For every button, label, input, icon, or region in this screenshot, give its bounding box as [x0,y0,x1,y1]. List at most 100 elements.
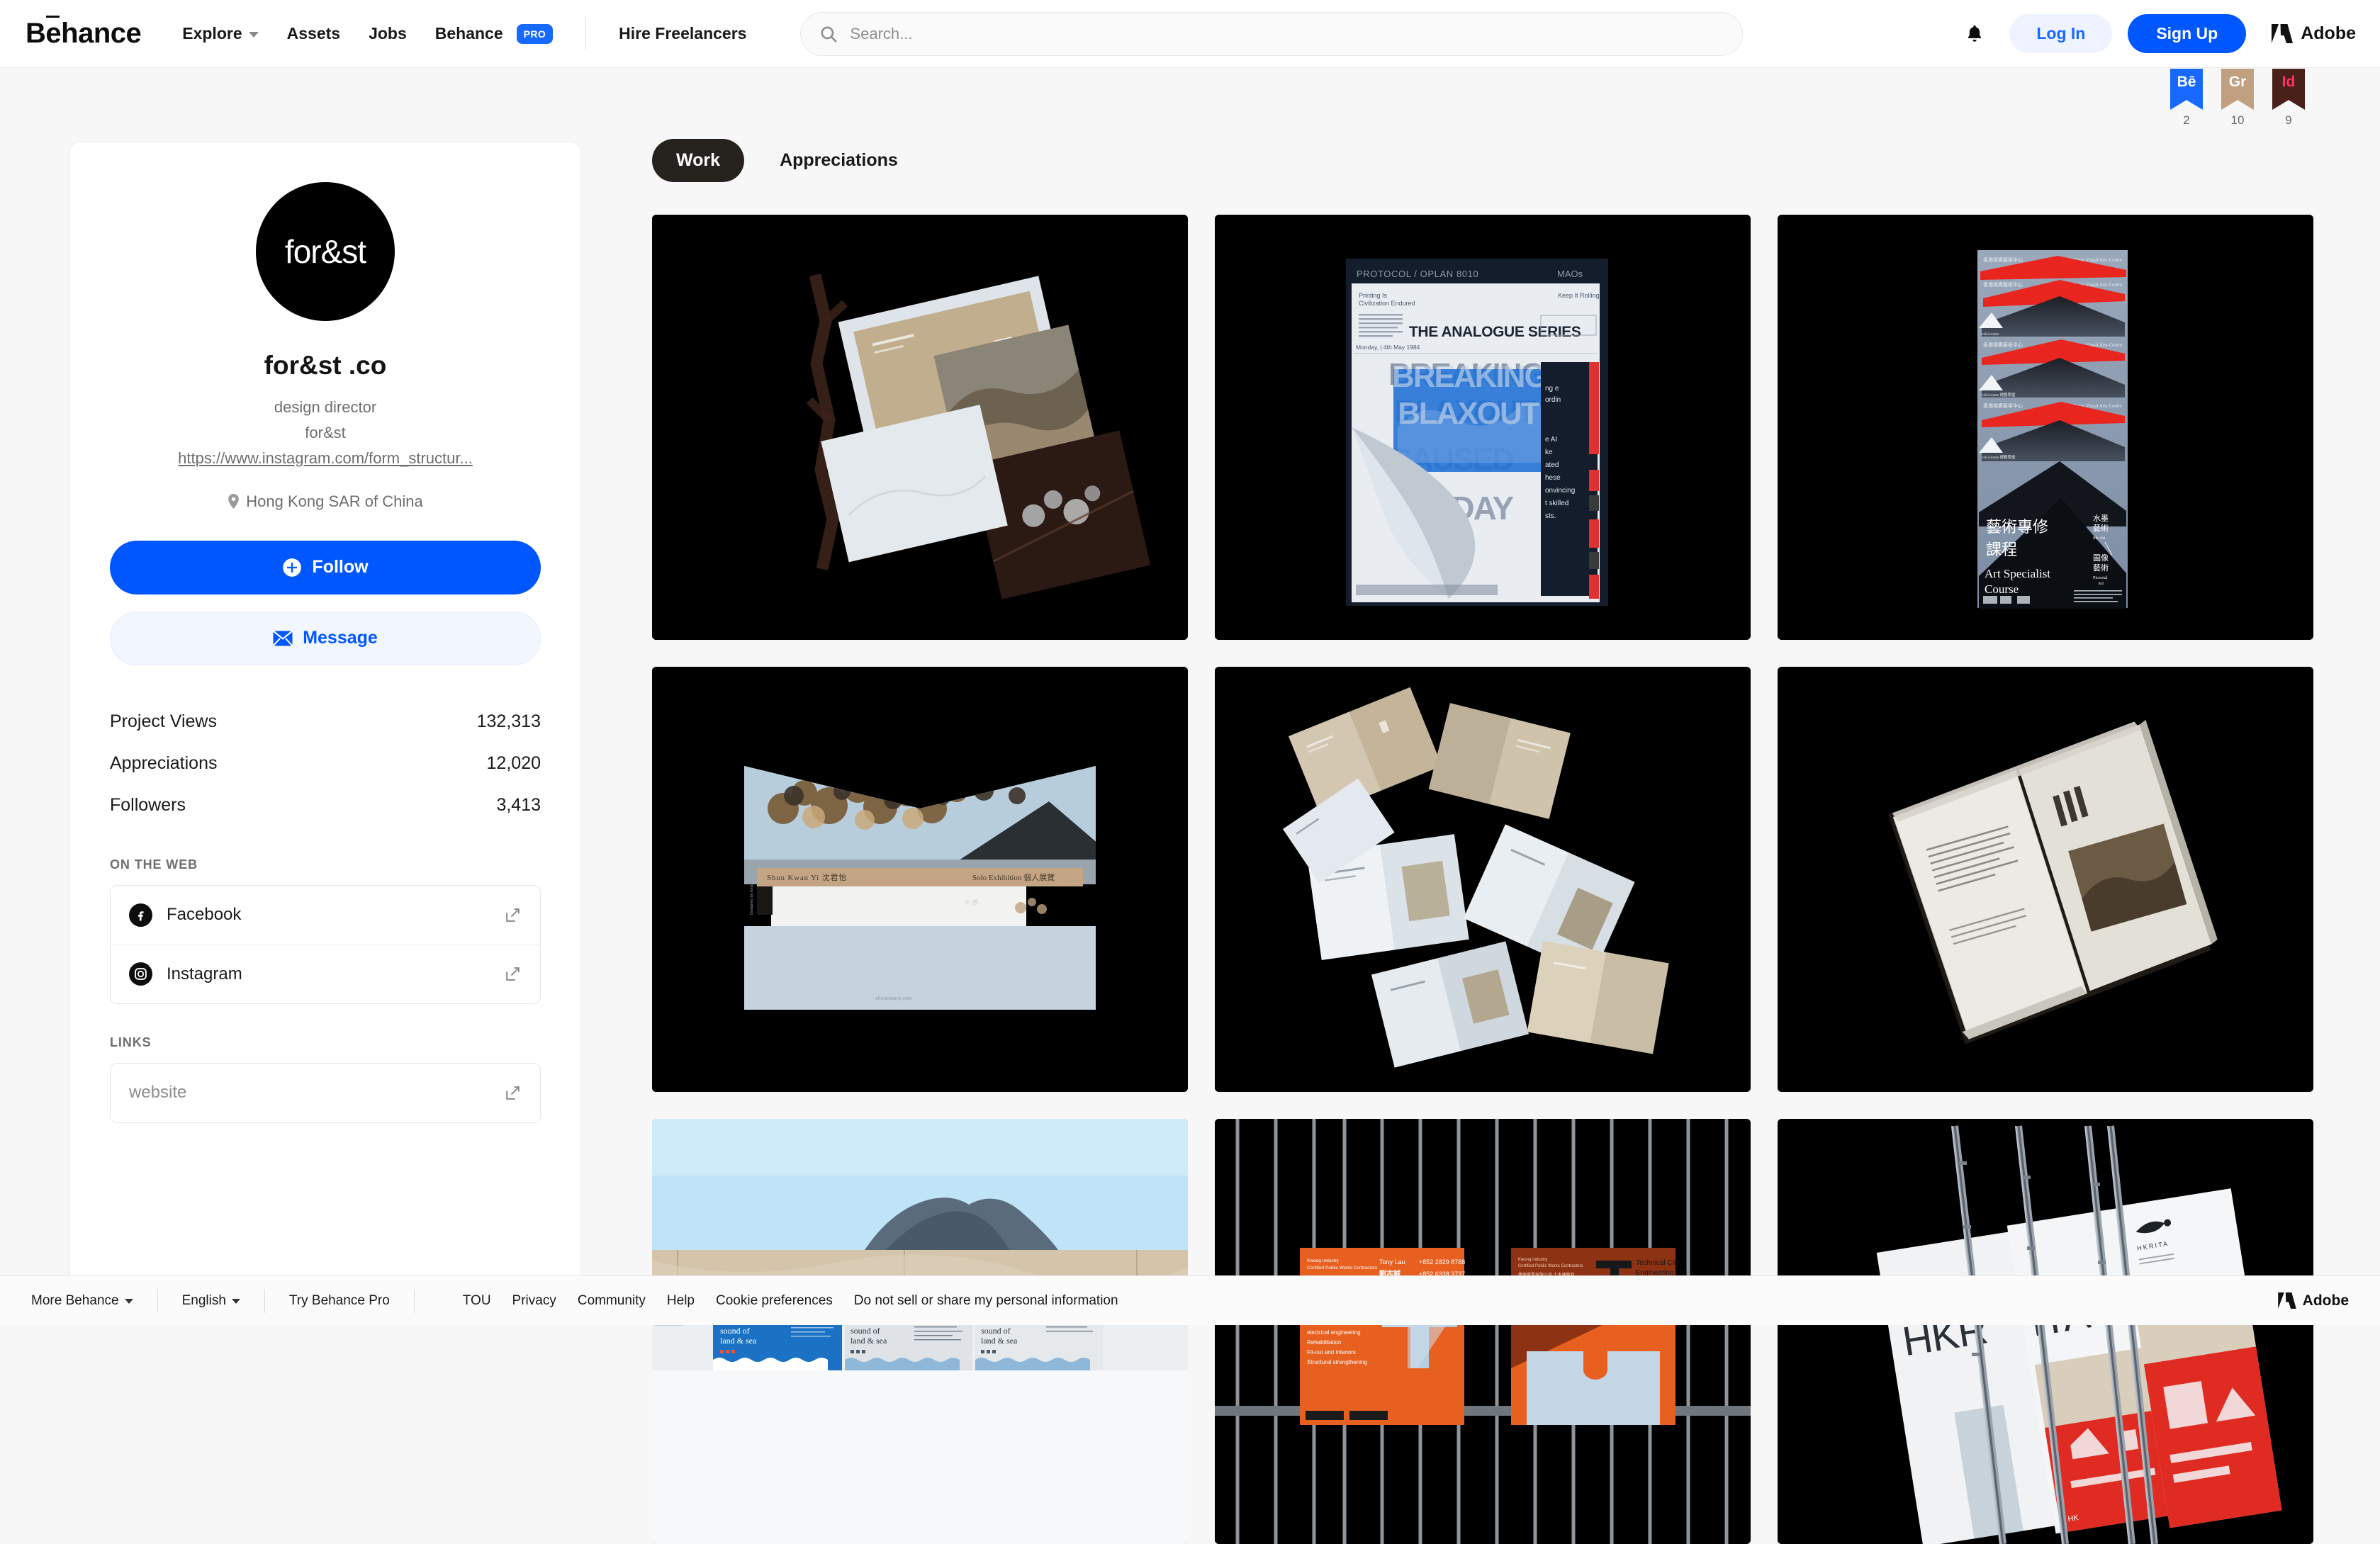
social-link-instagram-label: Instagram [167,964,490,984]
search-input[interactable]: Search... [800,12,1743,56]
footer-language-label: English [182,1293,226,1309]
external-link-icon [504,906,522,924]
footer-link-help[interactable]: Help [667,1293,695,1309]
plus-circle-icon [282,558,302,577]
svg-text:land & sea: land & sea [851,1336,887,1346]
stat-value-followers: 3,413 [496,795,541,816]
svg-text:Art Specialist: Art Specialist [1985,567,2050,580]
svg-text:香港視覺藝術中心: 香港視覺藝術中心 [1983,342,2023,348]
instagram-icon [129,962,152,986]
svg-text:藝術專修: 藝術專修 [1986,518,2048,536]
svg-text:Certified Public Works Contrac: Certified Public Works Contractors [1307,1266,1378,1270]
bell-icon[interactable] [1964,23,1985,45]
profile-company: for&st [110,420,541,446]
login-button[interactable]: Log In [2009,14,2112,53]
nav-item-explore[interactable]: Explore [168,24,272,43]
project-tile-shun-kwan-yi-solo-exhibition-envelope[interactable]: Shun Kwan Yi 沈君怡 Solo Exhibition 個人展覽 半 … [652,667,1188,1092]
stat-value-project-views: 132,313 [477,711,541,732]
svg-text:半 夢: 半 夢 [964,898,978,906]
ribbon-indesign-mark: Id [2272,69,2305,110]
message-button[interactable]: Message [110,612,541,665]
footer-link-tou[interactable]: TOU [463,1293,491,1309]
svg-text:Structural strengthening: Structural strengthening [1307,1359,1367,1365]
project-tile-hear-the-sound-of-land-and-sea-hoarding[interactable]: Hear the sound of land & sea Hear the so… [652,1119,1188,1544]
site-footer: More Behance English Try Behance Pro TOU… [0,1275,2380,1325]
social-link-instagram[interactable]: Instagram [111,945,540,1003]
svg-text:HK: HK [2067,1514,2080,1523]
stat-label-followers: Followers [110,795,186,816]
project-tile-folder-with-printed-inserts[interactable] [652,215,1188,640]
tab-appreciations[interactable]: Appreciations [756,139,922,182]
svg-text:香港視覺藝術中心: 香港視覺藝術中心 [1983,281,2023,288]
footer-adobe-logo[interactable]: Adobe [2278,1292,2349,1309]
social-link-facebook[interactable]: Facebook [111,886,540,945]
ribbon-behance-count: 2 [2183,113,2189,128]
adobe-logo[interactable]: Adobe [2272,23,2356,44]
ribbon-behance[interactable]: Bē 2 [2170,69,2203,128]
footer-divider [264,1289,265,1313]
svg-text:shunkwanyi.com: shunkwanyi.com [875,996,912,1001]
svg-text:水墨: 水墨 [2093,514,2109,523]
ribbon-graphics[interactable]: Gr 10 [2221,69,2254,128]
stat-label-appreciations: Appreciations [110,753,217,774]
signup-button[interactable]: Sign Up [2128,14,2246,53]
svg-text:t skilled: t skilled [1545,500,1568,507]
footer-try-behance-pro[interactable]: Try Behance Pro [289,1293,390,1309]
footer-more-behance-label: More Behance [31,1293,119,1309]
profile-role: design director [110,395,541,420]
svg-text:Rehabilitation: Rehabilitation [1307,1339,1341,1346]
footer-adobe-label: Adobe [2303,1292,2349,1309]
svg-text:sound of: sound of [720,1326,750,1336]
profile-sidebar: for&st for&st .co design director for&st… [69,142,581,1304]
svg-text:Ink Art: Ink Art [2093,536,2105,541]
website-link-row[interactable]: website [111,1064,540,1122]
content-tabs: Work Appreciations [652,139,2311,182]
project-tile-technical-city-engineering-cards[interactable]: Kwong Industry Certified Public Works Co… [1215,1119,1751,1544]
project-tile-scattered-folded-brochures[interactable] [1215,667,1751,1092]
nav-item-behance-pro[interactable]: Behance PRO [421,24,567,44]
nav-item-hire-freelancers[interactable]: Hire Freelancers [605,24,760,43]
project-tile-hkrita-posters[interactable]: HKR ITA HK [1778,1119,2313,1544]
ribbon-behance-mark: Bē [2170,69,2203,110]
project-grid: PROTOCOL / OPLAN 8010 MAOs Printing Is C… [652,215,2311,1544]
behance-logo[interactable]: Behance [26,18,141,50]
stat-row: Project Views 132,313 [110,701,541,743]
footer-language[interactable]: English [182,1293,240,1309]
adobe-app-ribbons: Bē 2 Gr 10 Id 9 [2170,69,2305,128]
footer-link-privacy[interactable]: Privacy [512,1293,556,1309]
nav-item-behance-label: Behance [435,24,503,43]
svg-text:BLAXOUT: BLAXOUT [1398,396,1540,431]
footer-link-do-not-sell[interactable]: Do not sell or share my personal informa… [854,1293,1118,1309]
footer-divider [414,1289,415,1313]
stat-label-project-views: Project Views [110,711,217,732]
tab-work[interactable]: Work [652,139,744,182]
svg-text:e AI: e AI [1545,436,1557,444]
footer-more-behance[interactable]: More Behance [31,1293,133,1309]
profile-location: Hong Kong SAR of China [110,492,541,511]
profile-website-link[interactable]: https://www.instagram.com/form_structur.… [110,446,541,471]
svg-text:課程: 課程 [1986,541,2017,558]
follow-button[interactable]: Follow [110,541,541,595]
svg-text:Printing Is: Printing Is [1359,292,1388,299]
chevron-down-icon [249,32,259,38]
svg-text:圖像: 圖像 [2093,553,2109,563]
nav-item-assets[interactable]: Assets [273,24,354,43]
stat-row: Appreciations 12,020 [110,743,541,784]
ribbon-indesign[interactable]: Id 9 [2272,69,2305,128]
project-tile-the-analogue-series-newspaper[interactable]: PROTOCOL / OPLAN 8010 MAOs Printing Is C… [1215,215,1751,640]
svg-text:ng e: ng e [1545,385,1559,393]
website-links-card: website [110,1063,541,1123]
footer-link-community[interactable]: Community [578,1293,646,1309]
search-placeholder: Search... [850,25,912,43]
svg-text:Fit-out and interiors: Fit-out and interiors [1307,1349,1356,1356]
nav-item-explore-label: Explore [182,24,242,43]
svg-text:香港視覺藝術中心: 香港視覺藝術中心 [1983,402,2023,409]
project-tile-art-specialist-course-posters[interactable]: 香港視覺藝術中心Hong Kong Visual Arts Centre 香港視… [1778,215,2313,640]
svg-text:hese: hese [1545,474,1561,482]
project-tile-open-book-spread[interactable] [1778,667,2313,1092]
nav-item-jobs[interactable]: Jobs [354,24,421,43]
avatar[interactable]: for&st [256,182,395,321]
footer-link-cookie-preferences[interactable]: Cookie preferences [716,1293,833,1309]
svg-text:vAUcentre 視藝學堂: vAUcentre 視藝學堂 [1982,392,2016,398]
envelope-icon [273,631,293,646]
